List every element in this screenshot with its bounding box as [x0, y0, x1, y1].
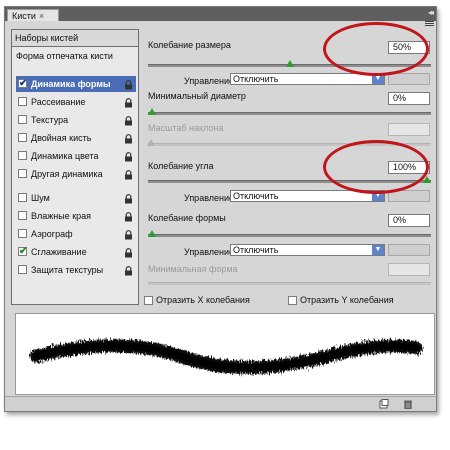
- category-item[interactable]: Аэрограф: [16, 226, 136, 242]
- lock-icon[interactable]: [124, 115, 133, 126]
- category-item[interactable]: Влажные края: [16, 208, 136, 224]
- control2-label: Управление:: [184, 193, 237, 203]
- brush-categories-list: Наборы кистей Форма отпечатка кисти ✔ Дин…: [11, 29, 139, 305]
- category-item[interactable]: Рассеивание: [16, 94, 136, 110]
- lock-icon[interactable]: [124, 79, 133, 90]
- category-item[interactable]: Другая динамика: [16, 166, 136, 182]
- lock-icon[interactable]: [124, 193, 133, 204]
- flip-y-checkbox[interactable]: [288, 296, 297, 305]
- checkmark-icon: ✔: [19, 78, 28, 89]
- tilt-scale-input: [388, 123, 430, 136]
- category-checkbox[interactable]: [18, 265, 27, 274]
- control3-label: Управление:: [184, 247, 237, 257]
- category-item[interactable]: ✔ Сглаживание: [16, 244, 136, 260]
- category-item[interactable]: ✔ Динамика формы: [16, 76, 136, 92]
- control1-label: Управление:: [184, 76, 237, 86]
- category-label: Влажные края: [31, 211, 92, 221]
- panel-title-bar: Кисти × ◂◂: [5, 7, 436, 21]
- tilt-scale-thumb: [147, 139, 155, 146]
- brush-presets-button[interactable]: Наборы кистей: [12, 30, 138, 47]
- annotation-ring-size: [323, 22, 429, 76]
- category-checkbox[interactable]: ✔: [18, 246, 27, 257]
- flip-x-label: Отразить X колебания: [156, 295, 250, 305]
- control3-select[interactable]: Отключить ▼: [230, 244, 385, 256]
- trash-icon[interactable]: [403, 399, 413, 409]
- category-item[interactable]: Двойная кисть: [16, 130, 136, 146]
- category-label: Другая динамика: [31, 169, 103, 179]
- category-checkbox[interactable]: ✔: [18, 78, 27, 89]
- new-preset-icon[interactable]: [379, 399, 389, 409]
- lock-icon[interactable]: [124, 211, 133, 222]
- category-label: Динамика цвета: [31, 151, 99, 161]
- lock-icon[interactable]: [124, 169, 133, 180]
- control3-value: Отключить: [233, 245, 279, 255]
- category-item[interactable]: Динамика цвета: [16, 148, 136, 164]
- category-checkbox[interactable]: [18, 97, 27, 106]
- category-label: Текстура: [31, 115, 69, 125]
- category-label: Двойная кисть: [31, 133, 92, 143]
- size-jitter-thumb[interactable]: [285, 60, 294, 67]
- control2-value: Отключить: [233, 191, 279, 201]
- tab-close-icon[interactable]: ×: [39, 11, 44, 21]
- control3-extra-box: [388, 244, 430, 256]
- annotation-ring-angle: [323, 140, 429, 194]
- min-diameter-slider[interactable]: [148, 112, 431, 115]
- min-roundness-label: Минимальная форма: [148, 264, 238, 274]
- tab-label: Кисти: [12, 11, 36, 21]
- lock-icon[interactable]: [124, 247, 133, 258]
- checkmark-icon: ✔: [19, 246, 28, 257]
- lock-icon[interactable]: [124, 133, 133, 144]
- category-item[interactable]: Шум: [16, 190, 136, 206]
- category-checkbox[interactable]: [18, 169, 27, 178]
- category-label: Динамика формы: [31, 79, 111, 89]
- min-diameter-thumb[interactable]: [148, 108, 156, 115]
- collapse-icon[interactable]: ◂◂: [428, 8, 434, 17]
- category-label: Шум: [31, 193, 50, 203]
- angle-jitter-label: Колебание угла: [148, 161, 214, 171]
- roundness-jitter-label: Колебание формы: [148, 213, 226, 223]
- min-roundness-input: [388, 263, 430, 276]
- control1-extra-box: [388, 73, 430, 85]
- min-diameter-label: Минимальный диаметр: [148, 91, 246, 101]
- category-checkbox[interactable]: [18, 229, 27, 238]
- panel-footer: [5, 396, 436, 411]
- flip-x-checkbox[interactable]: [144, 296, 153, 305]
- category-label: Рассеивание: [31, 97, 86, 107]
- chevron-down-icon[interactable]: ▼: [372, 245, 384, 255]
- panel-menu-icon[interactable]: [425, 20, 434, 28]
- category-label: Аэрограф: [31, 229, 73, 239]
- category-checkbox[interactable]: [18, 151, 27, 160]
- brushes-panel: Кисти × ◂◂ Наборы кистей Форма отпечатка …: [4, 6, 437, 412]
- lock-icon[interactable]: [124, 265, 133, 276]
- category-checkbox[interactable]: [18, 115, 27, 124]
- roundness-jitter-thumb[interactable]: [148, 230, 156, 237]
- category-item[interactable]: Текстура: [16, 112, 136, 128]
- stroke-preview: [15, 313, 435, 395]
- tilt-scale-label: Масштаб наклона: [148, 123, 224, 133]
- control1-value: Отключить: [233, 74, 279, 84]
- category-item[interactable]: Защита текстуры: [16, 262, 136, 278]
- category-checkbox[interactable]: [18, 133, 27, 142]
- brush-stroke-preview-image: [29, 339, 423, 374]
- lock-icon[interactable]: [124, 97, 133, 108]
- min-roundness-slider: [148, 282, 431, 285]
- category-label: Защита текстуры: [31, 265, 104, 275]
- category-checkbox[interactable]: [18, 211, 27, 220]
- tab-brushes[interactable]: Кисти ×: [7, 9, 59, 21]
- brush-tip-shape-item[interactable]: Форма отпечатка кисти: [16, 50, 113, 62]
- roundness-jitter-slider[interactable]: [148, 234, 431, 237]
- lock-icon[interactable]: [124, 229, 133, 240]
- min-diameter-input[interactable]: 0%: [388, 92, 430, 105]
- category-label: Сглаживание: [31, 247, 87, 257]
- lock-icon[interactable]: [124, 151, 133, 162]
- category-checkbox[interactable]: [18, 193, 27, 202]
- flip-y-label: Отразить Y колебания: [300, 295, 394, 305]
- roundness-jitter-input[interactable]: 0%: [388, 214, 430, 227]
- size-jitter-label: Колебание размера: [148, 40, 231, 50]
